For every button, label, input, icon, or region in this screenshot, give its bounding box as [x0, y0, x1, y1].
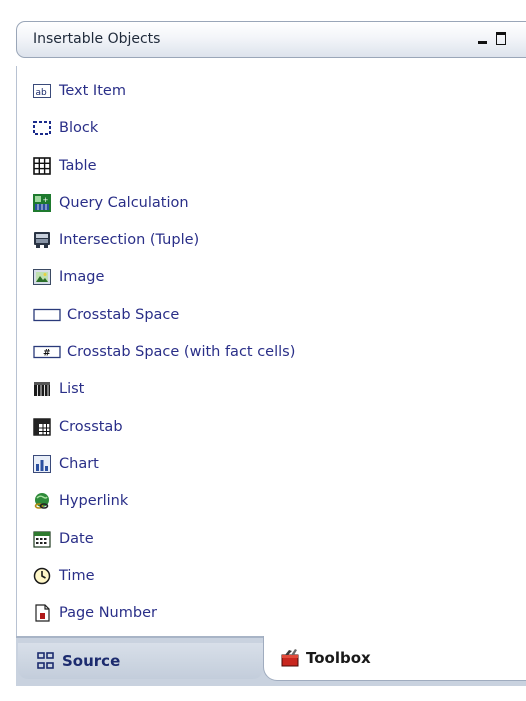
item-time[interactable]: Time [33, 566, 295, 603]
svg-text:+: + [43, 196, 49, 204]
panel-header: Insertable Objects [16, 21, 526, 58]
item-label: Table [59, 157, 97, 174]
hyperlink-icon [34, 493, 49, 510]
item-label: Crosstab [59, 418, 123, 435]
tab-source-label: Source [62, 652, 121, 670]
item-label: Chart [59, 455, 99, 472]
maximize-icon[interactable] [494, 29, 510, 49]
item-label: Block [59, 120, 99, 137]
item-image[interactable]: Image [33, 267, 295, 304]
item-table[interactable]: Table [33, 156, 295, 193]
chart-icon [33, 454, 51, 473]
crosstab-space-fact-icon: # [33, 345, 61, 359]
minimize-icon[interactable] [475, 29, 491, 49]
list-icon [34, 382, 50, 397]
date-icon [33, 530, 51, 548]
item-intersection-tuple[interactable]: Intersection (Tuple) [33, 230, 295, 267]
crosstab-space-icon [33, 308, 61, 321]
item-label: Crosstab Space (with fact cells) [67, 344, 296, 361]
query-calculation-icon: + [33, 193, 51, 212]
panel-title: Insertable Objects [33, 31, 161, 47]
item-label: Crosstab Space [67, 306, 180, 323]
tab-source[interactable]: Source [18, 643, 263, 679]
item-label: Date [59, 530, 94, 547]
image-icon [33, 269, 51, 286]
item-block[interactable]: Block [33, 118, 295, 155]
item-query-calculation[interactable]: + Query Calculation [33, 193, 295, 230]
item-label: Query Calculation [59, 194, 189, 211]
item-crosstab-space-fact-cells[interactable]: # Crosstab Space (with fact cells) [33, 342, 295, 379]
item-hyperlink[interactable]: Hyperlink [33, 491, 295, 528]
item-list[interactable]: List [33, 379, 295, 416]
item-crosstab[interactable]: Crosstab [33, 417, 295, 454]
source-icon [37, 652, 54, 669]
bottom-tab-strip: Source Toolbox [16, 636, 526, 686]
item-text-item[interactable]: ab Text Item [33, 81, 295, 118]
item-label: Image [59, 269, 105, 286]
page-number-icon [35, 604, 50, 622]
text-item-icon: ab [33, 84, 51, 98]
svg-text:ab: ab [36, 88, 48, 98]
item-page-number[interactable]: Page Number [33, 603, 295, 640]
insertable-objects-list: ab Text Item Block Table + Query Calcula… [33, 81, 295, 640]
table-icon [33, 156, 51, 175]
tab-toolbox[interactable]: Toolbox [263, 636, 526, 681]
item-chart[interactable]: Chart [33, 454, 295, 491]
intersection-icon [34, 232, 50, 249]
time-icon [33, 567, 51, 585]
item-label: Text Item [59, 83, 126, 99]
item-label: Time [59, 567, 95, 584]
svg-text:#: # [43, 349, 51, 359]
item-label: Intersection (Tuple) [59, 232, 200, 249]
block-icon [33, 121, 51, 136]
insertable-objects-list-area: ab Text Item Block Table + Query Calcula… [16, 66, 526, 636]
item-date[interactable]: Date [33, 529, 295, 566]
item-label: Hyperlink [59, 493, 129, 510]
insertable-objects-panel: Insertable Objects ab Text Item Block Ta… [0, 0, 526, 701]
tab-toolbox-label: Toolbox [306, 649, 371, 667]
toolbox-icon [281, 649, 299, 667]
item-label: List [59, 381, 85, 398]
crosstab-icon [33, 417, 51, 436]
item-crosstab-space[interactable]: Crosstab Space [33, 305, 295, 342]
item-label: Page Number [59, 605, 157, 622]
